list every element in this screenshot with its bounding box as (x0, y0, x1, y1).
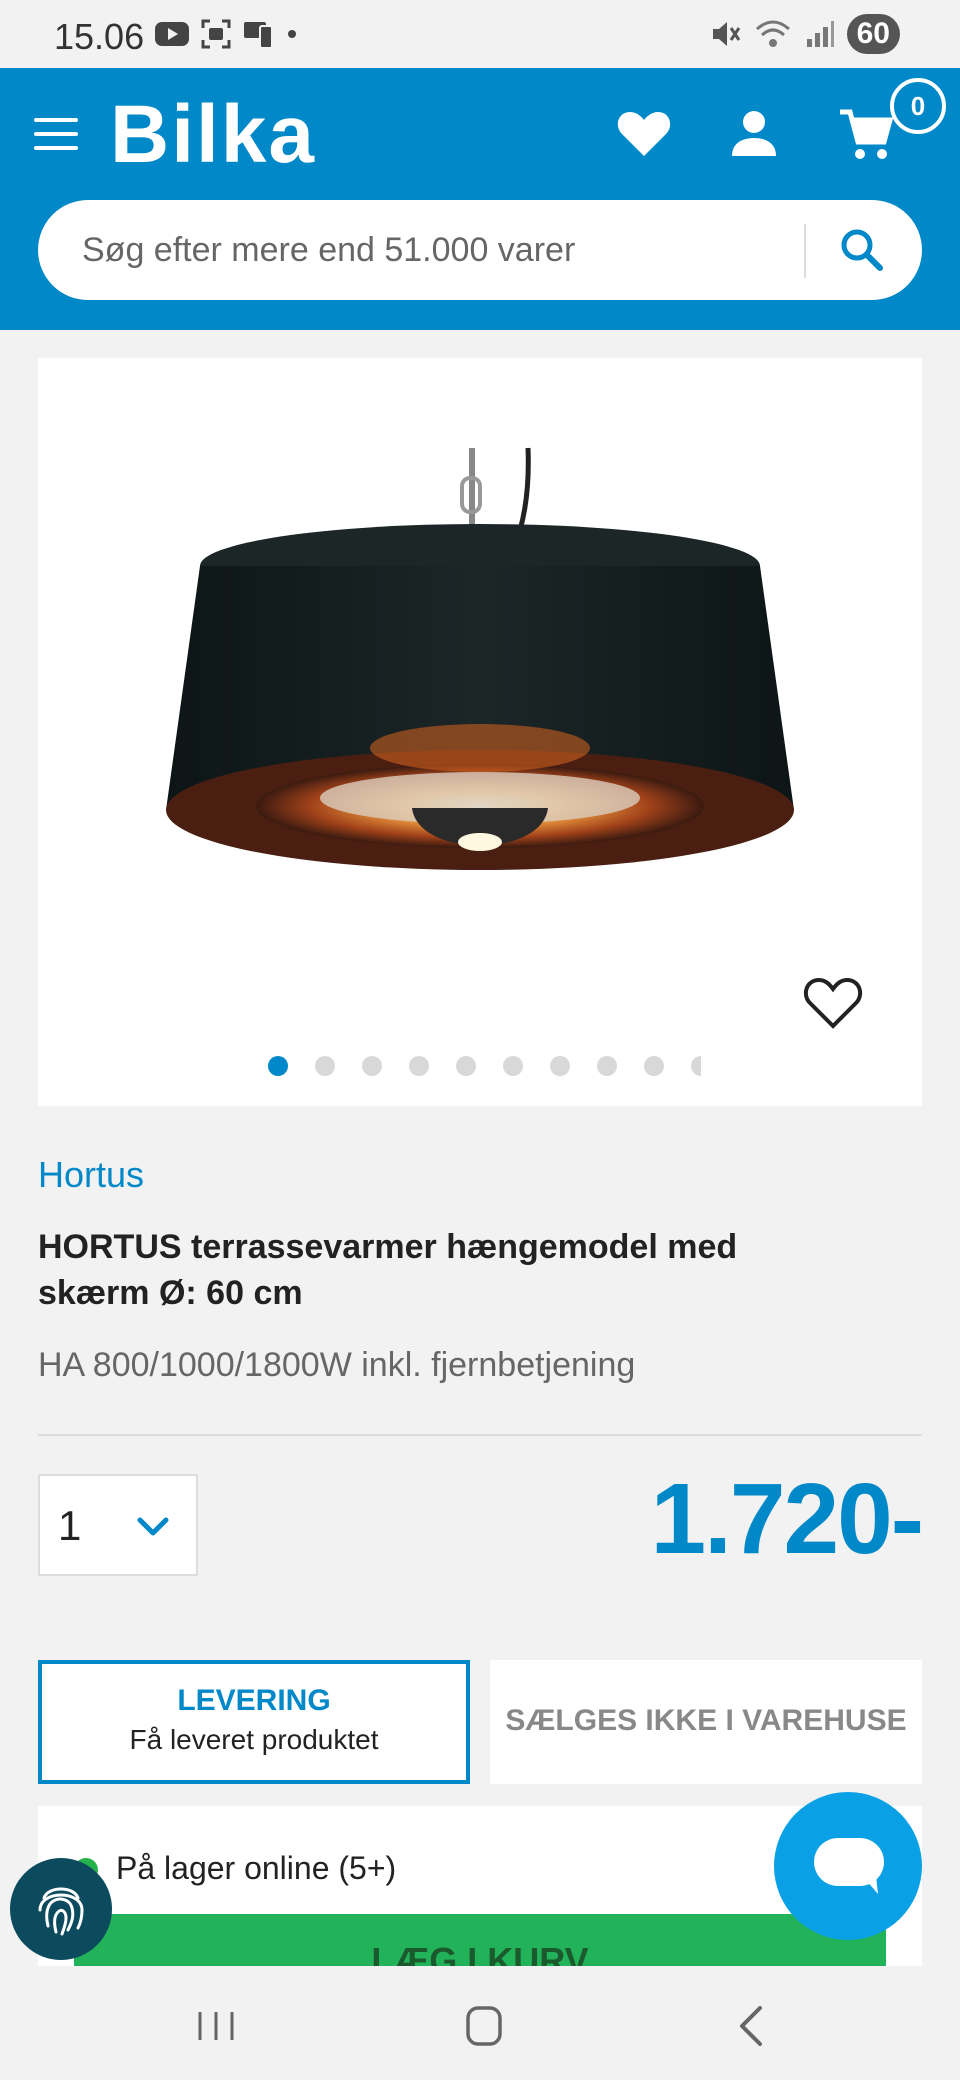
device-icon (244, 22, 273, 49)
recent-apps-icon[interactable] (186, 1996, 246, 2056)
wishlist-heart-icon[interactable] (614, 104, 674, 164)
search-divider (804, 224, 806, 278)
chevron-down-icon (137, 1517, 169, 1536)
status-time: 15.06 (54, 16, 145, 57)
product-brand-link[interactable]: Hortus (38, 1154, 144, 1196)
battery-indicator: 60 (846, 14, 900, 54)
divider (38, 1434, 922, 1436)
product-image-gallery[interactable] (38, 358, 922, 1106)
search-icon[interactable] (834, 222, 890, 278)
product-subtitle: HA 800/1000/1800W inkl. fjernbetjening (38, 1346, 636, 1384)
quantity-value: 1 (58, 1502, 82, 1549)
tab-delivery[interactable]: LEVERING Få leveret produktet (38, 1660, 470, 1784)
gallery-pagination (268, 1056, 701, 1076)
system-nav-bar (0, 1966, 960, 2080)
cart-icon[interactable] (836, 104, 896, 164)
wifi-icon (755, 20, 790, 47)
chat-icon (814, 1838, 884, 1894)
gallery-dot[interactable] (409, 1056, 429, 1076)
stock-status-text: På lager online (5+) (116, 1850, 397, 1886)
signal-icon (806, 21, 834, 47)
gallery-dot[interactable] (362, 1056, 382, 1076)
tab-store-title: SÆLGES IKKE I VAREHUSE (505, 1704, 907, 1737)
bilka-logo[interactable]: Bilka (110, 88, 316, 182)
home-icon[interactable] (454, 1996, 514, 2056)
search-input[interactable] (82, 222, 802, 278)
back-icon[interactable] (724, 1996, 784, 2056)
tab-store[interactable]: SÆLGES IKKE I VAREHUSE (490, 1660, 922, 1784)
product-title: HORTUS terrassevarmer hængemodel med skæ… (38, 1228, 738, 1312)
gallery-dot[interactable] (503, 1056, 523, 1076)
more-notifications-icon (288, 30, 296, 38)
add-to-cart-label: LÆG I KURV (371, 1940, 589, 1974)
quantity-select[interactable]: 1 (38, 1474, 198, 1576)
gallery-dot[interactable] (268, 1056, 288, 1076)
search-bar (38, 200, 922, 300)
gallery-dot[interactable] (550, 1056, 570, 1076)
gallery-dot[interactable] (691, 1056, 701, 1076)
tab-delivery-title: LEVERING (177, 1684, 331, 1717)
status-bar: 15.06 60 (0, 0, 960, 68)
status-system-icons: 60 (707, 14, 900, 54)
fingerprint-icon (38, 1887, 84, 1936)
gallery-dot[interactable] (597, 1056, 617, 1076)
cart-count-badge[interactable]: 0 (890, 78, 946, 134)
add-to-cart-button[interactable]: LÆG I KURV (74, 1914, 886, 1974)
gallery-dot[interactable] (315, 1056, 335, 1076)
mute-icon (712, 22, 740, 46)
account-icon[interactable] (724, 104, 784, 164)
site-header: Bilka 0 (0, 68, 960, 330)
favorite-heart-icon[interactable] (798, 968, 868, 1038)
chat-button[interactable] (774, 1792, 922, 1940)
menu-button[interactable] (34, 118, 78, 154)
tab-delivery-subtitle: Få leveret produktet (129, 1724, 379, 1755)
product-price: 1.720- (650, 1463, 924, 1575)
product-image (166, 447, 794, 870)
accessibility-button[interactable] (10, 1858, 112, 1960)
screenshot-icon (201, 19, 231, 49)
status-notification-icons (154, 18, 298, 50)
gallery-dot[interactable] (644, 1056, 664, 1076)
gallery-dot[interactable] (456, 1056, 476, 1076)
youtube-icon (155, 22, 189, 46)
